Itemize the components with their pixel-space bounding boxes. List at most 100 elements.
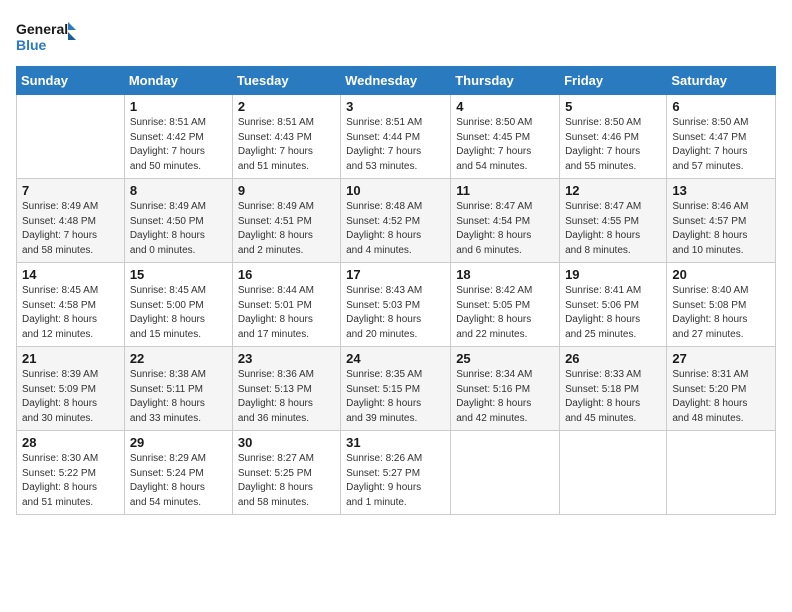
day-number: 3 — [346, 99, 445, 114]
day-number: 29 — [130, 435, 227, 450]
day-cell: 15Sunrise: 8:45 AM Sunset: 5:00 PM Dayli… — [124, 263, 232, 347]
col-header-tuesday: Tuesday — [232, 67, 340, 95]
day-cell: 20 Sunrise: 8:40 AM Sunset: 5:08 PM Dayli… — [667, 263, 776, 347]
day-cell: 5 Sunrise: 8:50 AM Sunset: 4:46 PM Daylig… — [560, 95, 667, 179]
day-cell — [451, 431, 560, 515]
day-number: 20 — [672, 267, 770, 282]
day-cell: 16 Sunrise: 8:44 AM Sunset: 5:01 PM Dayli… — [232, 263, 340, 347]
day-cell: 23 Sunrise: 8:36 AM Sunset: 5:13 PM Dayli… — [232, 347, 340, 431]
day-info: Sunrise: 8:51 AM Sunset: 4:43 PM Dayligh… — [238, 116, 335, 174]
day-number: 12 — [565, 183, 661, 198]
day-cell: 24 Sunrise: 8:35 AM Sunset: 5:15 PM Dayli… — [341, 347, 451, 431]
day-number: 14 — [22, 267, 119, 282]
day-cell: 8 Sunrise: 8:49 AM Sunset: 4:50 PM Daylig… — [124, 179, 232, 263]
week-row-3: 14 Sunrise: 8:45 AM Sunset: 4:58 PM Dayli… — [17, 263, 776, 347]
day-cell: 30Sunrise: 8:27 AM Sunset: 5:25 PM Dayli… — [232, 431, 340, 515]
day-cell: 4Sunrise: 8:50 AM Sunset: 4:45 PM Daylig… — [451, 95, 560, 179]
day-number: 10 — [346, 183, 445, 198]
day-cell: 7 Sunrise: 8:49 AM Sunset: 4:48 PM Daylig… — [17, 179, 125, 263]
day-info: Sunrise: 8:41 AM Sunset: 5:06 PM Dayligh… — [565, 284, 661, 342]
day-number: 23 — [238, 351, 335, 366]
week-row-1: 1Sunrise: 8:51 AM Sunset: 4:42 PM Daylig… — [17, 95, 776, 179]
day-cell: 13Sunrise: 8:46 AM Sunset: 4:57 PM Dayli… — [667, 179, 776, 263]
day-cell: 2 Sunrise: 8:51 AM Sunset: 4:43 PM Daylig… — [232, 95, 340, 179]
col-header-saturday: Saturday — [667, 67, 776, 95]
day-info: Sunrise: 8:42 AM Sunset: 5:05 PM Dayligh… — [456, 284, 554, 342]
day-info: Sunrise: 8:50 AM Sunset: 4:47 PM Dayligh… — [672, 116, 770, 174]
svg-text:General: General — [16, 21, 68, 37]
calendar-table: SundayMondayTuesdayWednesdayThursdayFrid… — [16, 66, 776, 515]
day-cell: 28 Sunrise: 8:30 AM Sunset: 5:22 PM Dayli… — [17, 431, 125, 515]
day-cell — [17, 95, 125, 179]
day-cell: 29 Sunrise: 8:29 AM Sunset: 5:24 PM Dayli… — [124, 431, 232, 515]
col-header-thursday: Thursday — [451, 67, 560, 95]
day-info: Sunrise: 8:50 AM Sunset: 4:45 PM Dayligh… — [456, 116, 554, 174]
day-cell — [667, 431, 776, 515]
day-cell: 18 Sunrise: 8:42 AM Sunset: 5:05 PM Dayli… — [451, 263, 560, 347]
day-cell: 31 Sunrise: 8:26 AM Sunset: 5:27 PM Dayli… — [341, 431, 451, 515]
day-info: Sunrise: 8:49 AM Sunset: 4:50 PM Dayligh… — [130, 200, 227, 258]
day-number: 15 — [130, 267, 227, 282]
col-header-monday: Monday — [124, 67, 232, 95]
day-info: Sunrise: 8:51 AM Sunset: 4:44 PM Dayligh… — [346, 116, 445, 174]
day-info: Sunrise: 8:39 AM Sunset: 5:09 PM Dayligh… — [22, 368, 119, 426]
col-header-friday: Friday — [560, 67, 667, 95]
day-number: 18 — [456, 267, 554, 282]
day-info: Sunrise: 8:33 AM Sunset: 5:18 PM Dayligh… — [565, 368, 661, 426]
day-info: Sunrise: 8:36 AM Sunset: 5:13 PM Dayligh… — [238, 368, 335, 426]
day-number: 22 — [130, 351, 227, 366]
day-number: 6 — [672, 99, 770, 114]
day-info: Sunrise: 8:50 AM Sunset: 4:46 PM Dayligh… — [565, 116, 661, 174]
day-cell: 6 Sunrise: 8:50 AM Sunset: 4:47 PM Daylig… — [667, 95, 776, 179]
col-header-sunday: Sunday — [17, 67, 125, 95]
day-info: Sunrise: 8:31 AM Sunset: 5:20 PM Dayligh… — [672, 368, 770, 426]
day-number: 5 — [565, 99, 661, 114]
day-number: 16 — [238, 267, 335, 282]
day-number: 31 — [346, 435, 445, 450]
day-number: 7 — [22, 183, 119, 198]
week-row-5: 28 Sunrise: 8:30 AM Sunset: 5:22 PM Dayli… — [17, 431, 776, 515]
day-info: Sunrise: 8:34 AM Sunset: 5:16 PM Dayligh… — [456, 368, 554, 426]
day-number: 11 — [456, 183, 554, 198]
day-info: Sunrise: 8:38 AM Sunset: 5:11 PM Dayligh… — [130, 368, 227, 426]
day-number: 26 — [565, 351, 661, 366]
day-cell: 19 Sunrise: 8:41 AM Sunset: 5:06 PM Dayli… — [560, 263, 667, 347]
day-info: Sunrise: 8:40 AM Sunset: 5:08 PM Dayligh… — [672, 284, 770, 342]
day-number: 8 — [130, 183, 227, 198]
day-cell: 10Sunrise: 8:48 AM Sunset: 4:52 PM Dayli… — [341, 179, 451, 263]
logo: General Blue — [16, 16, 76, 58]
day-info: Sunrise: 8:35 AM Sunset: 5:15 PM Dayligh… — [346, 368, 445, 426]
day-cell: 22 Sunrise: 8:38 AM Sunset: 5:11 PM Dayli… — [124, 347, 232, 431]
day-info: Sunrise: 8:45 AM Sunset: 4:58 PM Dayligh… — [22, 284, 119, 342]
day-cell: 9 Sunrise: 8:49 AM Sunset: 4:51 PM Daylig… — [232, 179, 340, 263]
day-number: 28 — [22, 435, 119, 450]
col-header-wednesday: Wednesday — [341, 67, 451, 95]
day-info: Sunrise: 8:44 AM Sunset: 5:01 PM Dayligh… — [238, 284, 335, 342]
day-number: 13 — [672, 183, 770, 198]
day-number: 17 — [346, 267, 445, 282]
day-cell: 17 Sunrise: 8:43 AM Sunset: 5:03 PM Dayli… — [341, 263, 451, 347]
day-number: 21 — [22, 351, 119, 366]
day-info: Sunrise: 8:26 AM Sunset: 5:27 PM Dayligh… — [346, 452, 445, 510]
day-info: Sunrise: 8:47 AM Sunset: 4:54 PM Dayligh… — [456, 200, 554, 258]
day-info: Sunrise: 8:43 AM Sunset: 5:03 PM Dayligh… — [346, 284, 445, 342]
day-info: Sunrise: 8:49 AM Sunset: 4:48 PM Dayligh… — [22, 200, 119, 258]
day-number: 1 — [130, 99, 227, 114]
day-cell: 25Sunrise: 8:34 AM Sunset: 5:16 PM Dayli… — [451, 347, 560, 431]
day-number: 9 — [238, 183, 335, 198]
day-info: Sunrise: 8:49 AM Sunset: 4:51 PM Dayligh… — [238, 200, 335, 258]
week-row-2: 7 Sunrise: 8:49 AM Sunset: 4:48 PM Daylig… — [17, 179, 776, 263]
day-info: Sunrise: 8:30 AM Sunset: 5:22 PM Dayligh… — [22, 452, 119, 510]
day-number: 19 — [565, 267, 661, 282]
day-info: Sunrise: 8:29 AM Sunset: 5:24 PM Dayligh… — [130, 452, 227, 510]
week-row-4: 21 Sunrise: 8:39 AM Sunset: 5:09 PM Dayli… — [17, 347, 776, 431]
day-cell: 12Sunrise: 8:47 AM Sunset: 4:55 PM Dayli… — [560, 179, 667, 263]
day-cell: 21 Sunrise: 8:39 AM Sunset: 5:09 PM Dayli… — [17, 347, 125, 431]
page-header: General Blue — [16, 16, 776, 58]
day-cell: 26 Sunrise: 8:33 AM Sunset: 5:18 PM Dayli… — [560, 347, 667, 431]
day-cell — [560, 431, 667, 515]
svg-text:Blue: Blue — [16, 37, 47, 53]
day-number: 24 — [346, 351, 445, 366]
day-number: 27 — [672, 351, 770, 366]
day-number: 2 — [238, 99, 335, 114]
